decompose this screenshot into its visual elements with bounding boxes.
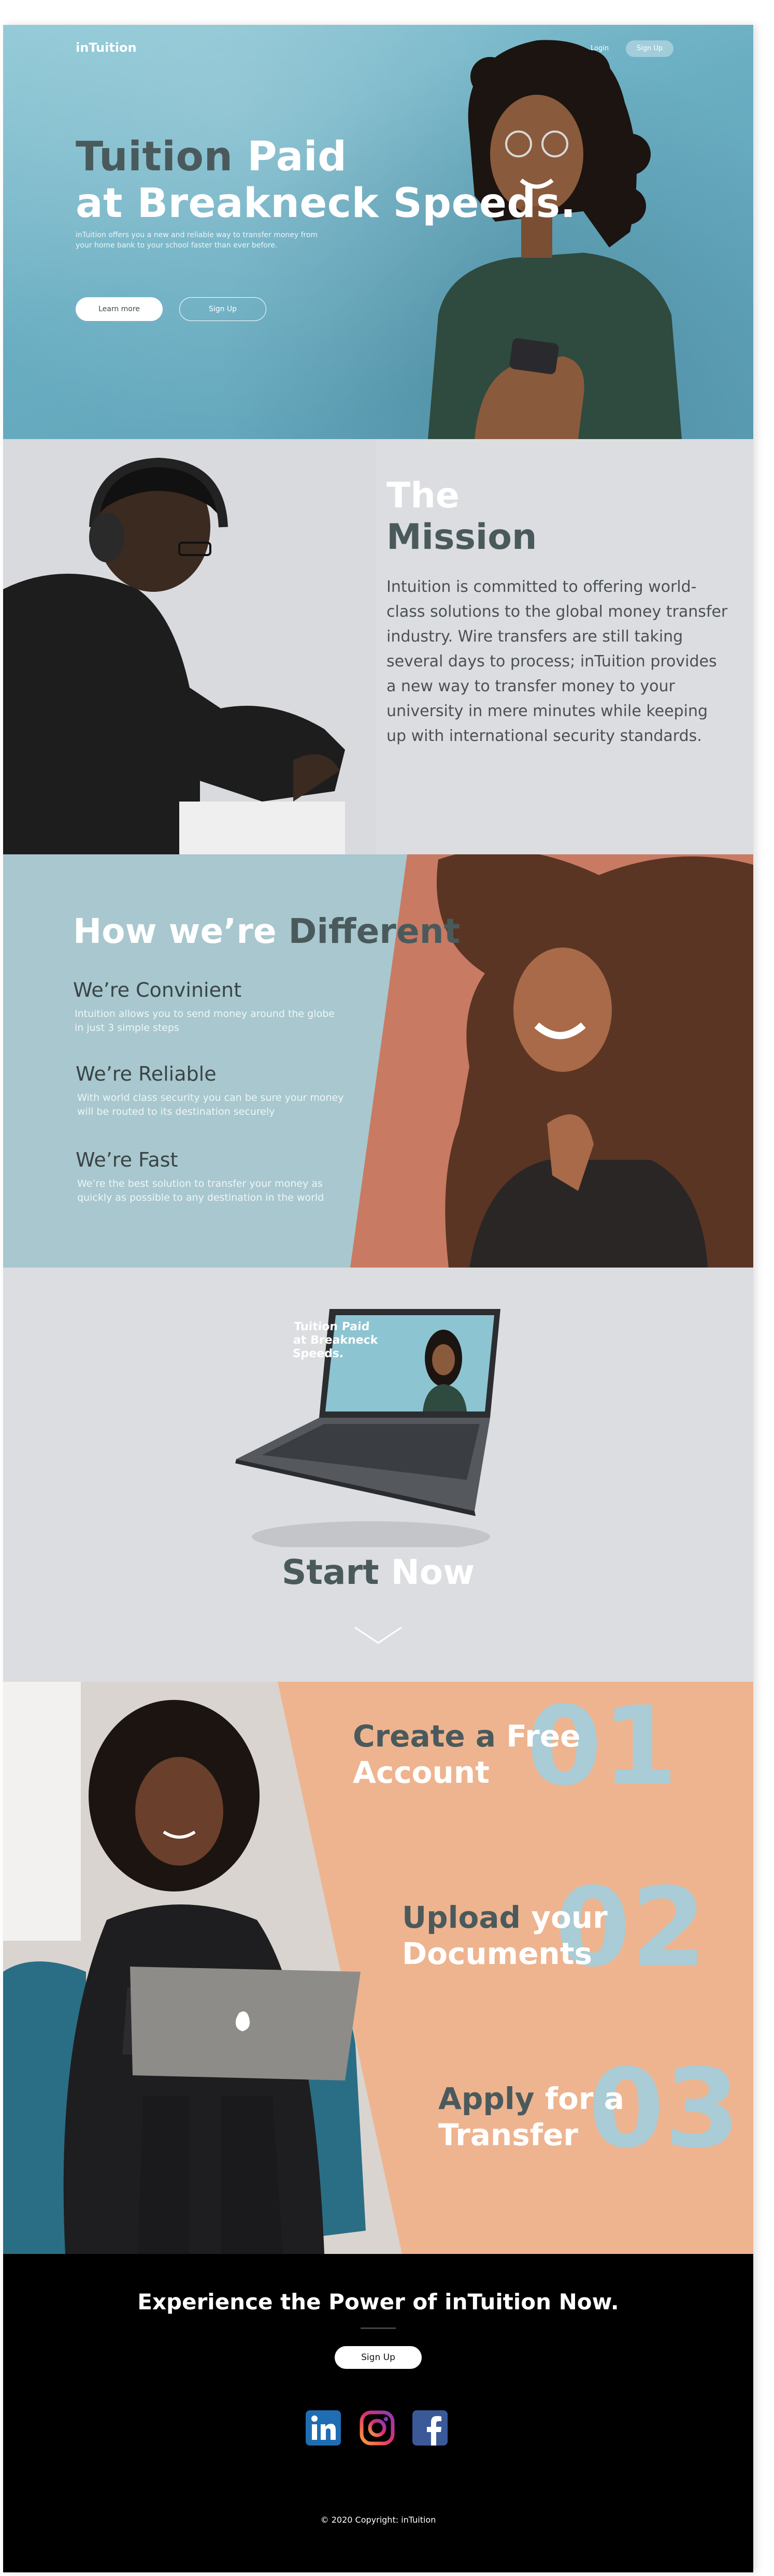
step-label-line2: Account (353, 1755, 490, 1790)
feature-heading: We’re Reliable (76, 1063, 217, 1085)
footer-cta: Experience the Power of inTuition Now. (137, 2289, 619, 2315)
step-label-part: Free (506, 1719, 581, 1754)
hero-title-part: Tuition (76, 134, 248, 180)
start-now-section: Tuition Paid at Breakneck Speeds. Start … (3, 1268, 753, 1682)
hero-section: inTuition Login Sign Up Tuition Paid at … (3, 25, 753, 439)
feature-heading: We’re Convinient (73, 979, 241, 1001)
hero-title-line2: at Breakneck Speeds. (76, 180, 576, 227)
different-title-part: Different (288, 911, 461, 951)
chevron-down-icon[interactable] (352, 1625, 404, 1646)
step-label: Create a Free Account (353, 1718, 580, 1791)
man-with-headphones-image (3, 439, 376, 854)
linkedin-icon[interactable] (305, 2409, 342, 2447)
step-label-part: Upload (402, 1900, 532, 1935)
page-frame: inTuition Login Sign Up Tuition Paid at … (3, 25, 753, 2572)
start-now-part: Start (281, 1552, 391, 1592)
facebook-icon[interactable] (411, 2409, 449, 2447)
instagram-icon[interactable] (359, 2409, 396, 2447)
footer-signup-button[interactable]: Sign Up (335, 2346, 422, 2369)
hero-description: inTuition offers you a new and reliable … (76, 231, 318, 250)
feature-text: Intuition allows you to send money aroun… (75, 1008, 335, 1034)
feature-text: We’re the best solution to transfer your… (77, 1178, 324, 1203)
mission-title: The Mission (386, 475, 537, 558)
mission-text: Intuition is committed to offering world… (386, 578, 728, 745)
start-now-part: Now (391, 1552, 475, 1592)
mission-title-line1: The (386, 475, 460, 516)
step-label-part: for a (544, 2081, 624, 2116)
feature-heading: We’re Fast (76, 1148, 178, 1171)
feature-text: With world class security you can be sur… (77, 1092, 344, 1117)
different-title: How we’re Different (73, 911, 460, 951)
step-label-line2: Documents (402, 1936, 592, 1971)
laptop-screen-title: Tuition Paid at Breakneck Speeds. (292, 1320, 429, 1361)
laptop-screen-line1: Tuition Paid (293, 1320, 370, 1333)
step-label-line2: Transfer (438, 2117, 578, 2152)
step-label: Apply for a Transfer (438, 2080, 624, 2153)
steps-section: 01 Create a Free Account 02 Upload your … (3, 1682, 753, 2254)
logo[interactable]: inTuition (76, 40, 137, 55)
step-label-part: Create a (353, 1719, 507, 1754)
login-link[interactable]: Login (591, 45, 609, 52)
hero-signup-button[interactable]: Sign Up (179, 297, 266, 321)
step-label-part: your (531, 1900, 608, 1935)
footer-section: Experience the Power of inTuition Now. S… (3, 2254, 753, 2572)
mission-title-line2: Mission (386, 517, 537, 558)
hero-title-part: Paid (247, 134, 347, 180)
hero-title: Tuition Paid at Breakneck Speeds. (76, 134, 576, 227)
different-title-part: How we’re (73, 911, 289, 951)
nav-signup-button[interactable]: Sign Up (626, 40, 673, 57)
start-now-title: Start Now (3, 1552, 753, 1592)
step-label: Upload your Documents (402, 1899, 608, 1972)
laptop-screen-line2: at Breakneck Speeds. (292, 1334, 378, 1360)
learn-more-button[interactable]: Learn more (76, 297, 163, 321)
mission-section: The Mission Intuition is committed to of… (3, 439, 753, 854)
divider (361, 2327, 396, 2329)
copyright-text: © 2020 Copyright: inTuition (320, 2515, 436, 2525)
hero-woman-image (428, 40, 682, 439)
step-label-part: Apply (438, 2081, 545, 2116)
different-section: How we’re Different We’re Convinient Int… (3, 854, 753, 1268)
